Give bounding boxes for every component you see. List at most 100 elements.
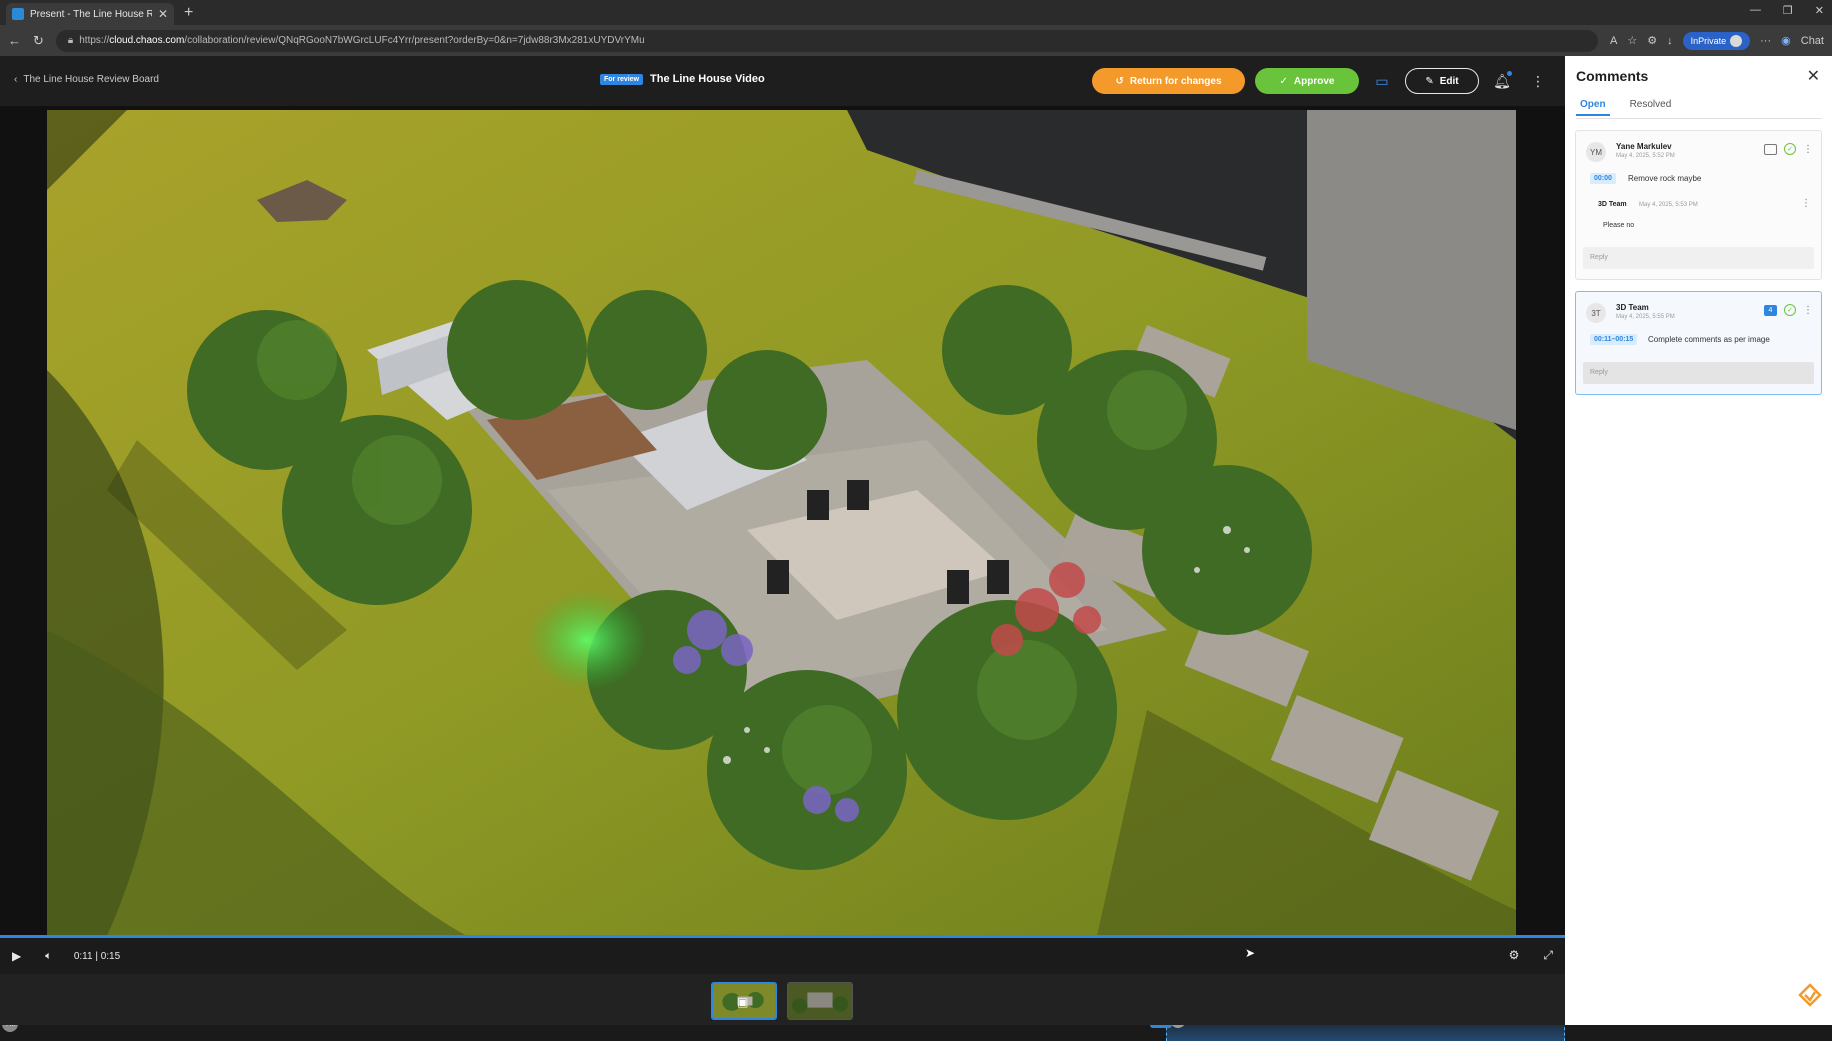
version-thumbnails: ▣	[0, 974, 1565, 1025]
video-frame[interactable]	[47, 110, 1516, 936]
read-aloud-icon[interactable]: A	[1610, 35, 1617, 47]
browser-toolbar: ← ↻ 🔒︎ https://cloud.chaos.com/collabora…	[0, 25, 1832, 56]
tab-open[interactable]: Open	[1576, 99, 1610, 116]
comment-author: Yane Markulev	[1616, 142, 1672, 151]
back-link[interactable]: ‹ The Line House Review Board	[14, 74, 159, 85]
app-header: ‹ The Line House Review Board For review…	[0, 56, 1565, 106]
pencil-icon: ✎	[1425, 75, 1434, 87]
tab-title: Present - The Line House Review B	[30, 8, 152, 20]
new-tab-icon[interactable]: +	[184, 4, 193, 22]
thumbnail-video[interactable]: ▣	[711, 982, 777, 1020]
back-arrow-icon[interactable]: ←	[8, 33, 21, 48]
notifications-button[interactable]: 🔔︎	[1489, 68, 1515, 94]
reply-text: Please no	[1603, 222, 1635, 229]
close-tab-icon[interactable]: ✕	[158, 7, 168, 21]
comments-tabs: Open Resolved	[1576, 99, 1671, 116]
return-label: Return for changes	[1129, 75, 1222, 87]
comment-timestamp[interactable]: 00:00	[1590, 173, 1616, 184]
copilot-icon[interactable]: ◉	[1781, 34, 1791, 47]
thumbnail-image[interactable]	[787, 982, 853, 1020]
comment-actions: ✓ ⋮	[1764, 143, 1813, 155]
browser-actions: A ☆ ⚙ ↓ InPrivate ··· ◉ Chat	[1610, 31, 1824, 50]
reply-kebab-icon[interactable]: ⋮	[1801, 198, 1811, 209]
reply-input[interactable]: Reply	[1583, 247, 1814, 269]
comment-thread[interactable]: YM Yane Markulev May 4, 2025, 5:52 PM ✓ …	[1575, 130, 1822, 280]
url-path: /collaboration/review/QNqRGooN7bWGrcLUFc…	[184, 35, 645, 46]
comment-pin-icon[interactable]	[1764, 143, 1777, 155]
comments-toggle-button[interactable]: ▭	[1369, 68, 1395, 94]
restore-icon[interactable]: ❐	[1783, 4, 1793, 17]
comment-actions: 4 ✓ ⋮	[1764, 304, 1813, 316]
comment-pin-icon[interactable]: 4	[1764, 304, 1777, 316]
page-title: For review The Line House Video	[600, 73, 765, 85]
notification-dot	[1507, 71, 1512, 76]
time-display: 0:11 | 0:15	[73, 950, 121, 962]
resolve-check-icon[interactable]: ✓	[1784, 304, 1796, 316]
undo-icon: ↺	[1115, 75, 1124, 87]
settings-gear-icon[interactable]: ⚙	[1509, 948, 1520, 963]
chaos-logo-icon	[1798, 983, 1822, 1007]
extensions-icon[interactable]: ⚙	[1647, 34, 1657, 47]
comment-text: Complete comments as per image	[1648, 335, 1770, 344]
edit-button[interactable]: ✎ Edit	[1405, 68, 1479, 94]
approve-button[interactable]: ✓ Approve	[1255, 68, 1359, 94]
kebab-icon[interactable]: ⋮	[1803, 305, 1813, 316]
video-camera-icon: ▣	[737, 995, 749, 1009]
kebab-icon: ⋮	[1531, 72, 1545, 89]
favorite-star-icon[interactable]: ☆	[1627, 34, 1637, 47]
inprivate-label: InPrivate	[1690, 35, 1727, 46]
browser-tabbar: Present - The Line House Review B ✕ + — …	[0, 0, 1832, 25]
approve-label: Approve	[1293, 75, 1335, 87]
back-label: The Line House Review Board	[23, 74, 159, 85]
address-bar[interactable]: 🔒︎ https://cloud.chaos.com/collaboration…	[55, 29, 1599, 52]
comment-date: May 4, 2025, 5:55 PM	[1616, 314, 1675, 320]
more-icon[interactable]: ···	[1760, 35, 1771, 47]
refresh-icon[interactable]: ↻	[33, 33, 44, 49]
tabs-divider	[1576, 118, 1822, 119]
header-actions: ↺ Return for changes ✓ Approve ▭ ✎ Edit …	[1092, 68, 1551, 94]
browser-tab[interactable]: Present - The Line House Review B ✕	[6, 3, 174, 25]
comment-date: May 4, 2025, 5:52 PM	[1616, 153, 1675, 159]
url-domain: cloud.chaos.com	[109, 35, 185, 46]
window-controls: — ❐ ✕	[1750, 4, 1824, 17]
comment-timestamp[interactable]: 00:11–00:15	[1590, 334, 1638, 345]
resolve-check-icon[interactable]: ✓	[1784, 143, 1796, 155]
reply-author: 3D Team	[1598, 201, 1627, 208]
reply-date: May 4, 2025, 5:53 PM	[1639, 202, 1698, 208]
avatar: YM	[1586, 142, 1606, 162]
avatar: 3T	[1586, 303, 1606, 323]
video-title: The Line House Video	[650, 73, 765, 85]
thumbnail-image-image	[788, 983, 852, 1019]
close-window-icon[interactable]: ✕	[1815, 4, 1824, 17]
edit-label: Edit	[1439, 75, 1459, 87]
comment-author: 3D Team	[1616, 303, 1649, 312]
comment-thread-selected[interactable]: 3T 3D Team May 4, 2025, 5:55 PM 4 ✓ ⋮ 00…	[1575, 291, 1822, 395]
comments-panel: Comments ✕ Open Resolved YM Yane Markule…	[1565, 56, 1832, 1025]
minimize-icon[interactable]: —	[1750, 4, 1761, 17]
play-icon[interactable]: ▶	[12, 949, 21, 963]
tab-resolved[interactable]: Resolved	[1630, 99, 1672, 116]
comments-title: Comments	[1576, 68, 1649, 84]
profile-avatar	[1730, 34, 1743, 47]
cursor-icon: ➤	[1245, 946, 1256, 960]
kebab-icon[interactable]: ⋮	[1803, 144, 1813, 155]
reply-input[interactable]: Reply	[1583, 362, 1814, 384]
comment-text: Remove rock maybe	[1628, 174, 1702, 183]
fullscreen-icon[interactable]: ⤢	[1543, 948, 1553, 963]
status-badge: For review	[600, 73, 644, 85]
close-icon[interactable]: ✕	[1807, 66, 1820, 86]
url-prefix: https://	[79, 35, 110, 46]
player-controls: ▶ 🔈︎ 0:11 | 0:15 ➤ ⚙ ⤢	[0, 938, 1565, 974]
return-for-changes-button[interactable]: ↺ Return for changes	[1092, 68, 1245, 94]
lock-icon: 🔒︎	[67, 35, 74, 46]
chat-label[interactable]: Chat	[1801, 35, 1824, 47]
more-menu-button[interactable]: ⋮	[1525, 68, 1551, 94]
check-circle-icon: ✓	[1279, 75, 1288, 87]
inprivate-badge[interactable]: InPrivate	[1682, 31, 1751, 50]
player-right-controls: ⚙ ⤢	[1509, 948, 1553, 963]
download-icon[interactable]: ↓	[1667, 35, 1673, 47]
site-favicon-icon	[12, 8, 24, 20]
video-player[interactable]: YM 4 3T	[0, 106, 1565, 1041]
volume-icon[interactable]: 🔈︎	[45, 950, 52, 963]
comment-icon: ▭	[1375, 72, 1389, 89]
